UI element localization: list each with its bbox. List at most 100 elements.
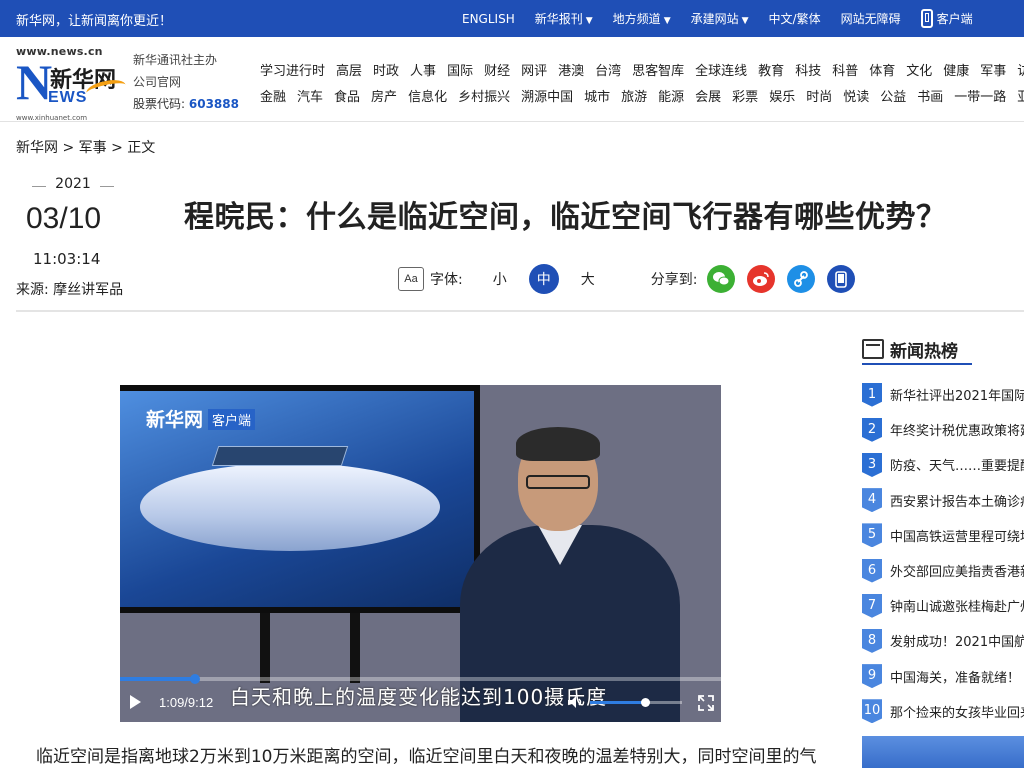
channel-link[interactable]: 会展: [695, 86, 721, 105]
hot-news-header: 新闻热榜: [862, 335, 972, 365]
article-time: 11:03:14: [33, 250, 101, 268]
logo-ews: EWS: [48, 89, 88, 106]
top-nav-built-sites[interactable]: 承建网站 ▼: [691, 10, 749, 27]
channel-link[interactable]: 网评: [521, 60, 547, 79]
font-size-medium-button[interactable]: 中: [528, 264, 559, 294]
channel-link[interactable]: 港澳: [558, 60, 584, 79]
play-icon[interactable]: [130, 695, 141, 709]
channel-link[interactable]: 食品: [334, 86, 360, 105]
publisher-line1: 新华通讯社主办: [133, 53, 218, 67]
top-nav-english[interactable]: ENGLISH: [462, 12, 515, 26]
article-month-day: 03/10: [26, 202, 102, 235]
channel-link[interactable]: 亚太网: [1017, 86, 1024, 105]
channel-link[interactable]: 时尚: [806, 86, 832, 105]
hot-news-headline: 西安累计报告本土确诊病例: [890, 494, 1024, 510]
wechat-icon[interactable]: [707, 265, 736, 293]
channel-link[interactable]: 科技: [795, 60, 821, 79]
weibo-icon[interactable]: [747, 265, 776, 293]
channel-link[interactable]: 人事: [410, 60, 436, 79]
channel-link[interactable]: 教育: [758, 60, 784, 79]
channel-link[interactable]: 思客智库: [632, 60, 684, 79]
top-nav-client-app[interactable]: 客户端: [920, 9, 973, 28]
volume-handle[interactable]: [641, 698, 651, 707]
link-icon[interactable]: [787, 265, 816, 293]
site-header: www.news.cn N 新华网 EWS www.xinhuanet.com …: [0, 37, 1024, 122]
hot-news-title: 新闻热榜: [890, 341, 958, 362]
presenter-glasses: [526, 475, 590, 489]
mobile-icon[interactable]: [827, 265, 856, 293]
top-nav: ENGLISH 新华报刊 ▼ 地方频道 ▼ 承建网站 ▼ 中文/繁体 网站无障碍 客户…: [462, 0, 993, 37]
stock-code[interactable]: 603888: [189, 97, 239, 111]
top-nav-newspapers[interactable]: 新华报刊 ▼: [535, 10, 593, 27]
channel-nav: 学习进行时 高层 时政 人事 国际 财经 网评 港澳 台湾 思客智库 全球连线 教育 科技 科普 体育 文化健…: [260, 56, 1024, 108]
channel-link[interactable]: 信息化: [408, 86, 447, 105]
hot-news-item[interactable]: 1 新华社评出2021年国际十大新闻: [862, 377, 1024, 412]
channel-link[interactable]: 文化: [906, 60, 932, 79]
volume-icon[interactable]: [567, 695, 585, 709]
channel-link[interactable]: 财经: [484, 60, 510, 79]
channel-link[interactable]: 访谈: [1017, 60, 1024, 79]
airship-image: [140, 463, 440, 551]
phone-icon: [920, 9, 933, 28]
breadcrumb[interactable]: 新华网 > 军事 > 正文: [16, 137, 155, 157]
top-nav-accessibility[interactable]: 网站无障碍: [841, 10, 901, 27]
publisher-line2[interactable]: 公司官网: [133, 71, 239, 93]
hot-news-item[interactable]: 9 中国海关，准备就绪！: [862, 659, 1024, 694]
tv-stand: [260, 613, 270, 683]
channel-link[interactable]: 台湾: [595, 60, 621, 79]
font-size-small-button[interactable]: 小: [485, 264, 515, 294]
channel-link[interactable]: 高层: [336, 60, 362, 79]
channel-link[interactable]: 科普: [832, 60, 858, 79]
channel-link[interactable]: 能源: [658, 86, 684, 105]
hot-news-sidebar: 新闻热榜 1 新华社评出2021年国际十大新闻 2 年终奖计税优惠政策将延续至 3 防疫、…: [862, 335, 1024, 768]
hot-news-item[interactable]: 5 中国高铁运营里程可绕地球: [862, 518, 1024, 553]
channel-link[interactable]: 一带一路: [954, 86, 1006, 105]
hot-news-item[interactable]: 3 防疫、天气……重要提醒来了: [862, 447, 1024, 482]
channel-link[interactable]: 悦读: [843, 86, 869, 105]
channel-row-1: 学习进行时 高层 时政 人事 国际 财经 网评 港澳 台湾 思客智库 全球连线 教育 科技 科普 体育 文化健…: [260, 56, 1024, 82]
channel-link[interactable]: 金融: [260, 86, 286, 105]
sidebar-banner-image[interactable]: [862, 736, 1024, 768]
hot-news-item[interactable]: 7 钟南山诚邀张桂梅赴广州: [862, 588, 1024, 623]
video-watermark: 新华网: [146, 409, 204, 431]
rank-number: 10: [862, 699, 882, 724]
hot-news-item[interactable]: 8 发射成功！2021中国航天: [862, 623, 1024, 658]
hot-news-item[interactable]: 10 那个捡来的女孩毕业回来了: [862, 694, 1024, 729]
channel-link[interactable]: 房产: [371, 86, 397, 105]
hot-news-item[interactable]: 4 西安累计报告本土确诊病例: [862, 483, 1024, 518]
client-app-label: 客户端: [936, 12, 973, 26]
hot-news-item[interactable]: 6 外交部回应美指责香港新闻: [862, 553, 1024, 588]
publisher-info: 新华通讯社主办 公司官网 股票代码: 603888: [133, 49, 239, 115]
font-size-icon: Aa: [398, 267, 424, 291]
channel-link[interactable]: 城市: [584, 86, 610, 105]
channel-link[interactable]: 国际: [447, 60, 473, 79]
channel-link[interactable]: 公益: [880, 86, 906, 105]
top-nav-local-channels[interactable]: 地方频道 ▼: [613, 10, 671, 27]
hot-news-item[interactable]: 2 年终奖计税优惠政策将延续至: [862, 412, 1024, 447]
font-size-large-button[interactable]: 大: [573, 264, 603, 294]
rank-number: 2: [862, 417, 882, 442]
fullscreen-icon[interactable]: [698, 695, 714, 711]
channel-link[interactable]: 全球连线: [695, 60, 747, 79]
video-progress-handle[interactable]: [190, 674, 201, 684]
channel-link[interactable]: 彩票: [732, 86, 758, 105]
channel-link[interactable]: 体育: [869, 60, 895, 79]
channel-link[interactable]: 学习进行时: [260, 60, 325, 79]
volume-slider[interactable]: [590, 698, 682, 707]
channel-link[interactable]: 书画: [917, 86, 943, 105]
channel-link[interactable]: 健康: [943, 60, 969, 79]
channel-link[interactable]: 汽车: [297, 86, 323, 105]
channel-link[interactable]: 军事: [980, 60, 1006, 79]
video-player[interactable]: 新华网 客户端 白天和晚上的温度变化能达到100摄氏度 1:09/9:12: [120, 385, 721, 722]
channel-link[interactable]: 溯源中国: [521, 86, 573, 105]
video-progress-fill: [120, 677, 196, 681]
site-logo[interactable]: www.news.cn N 新华网 EWS www.xinhuanet.com: [14, 45, 128, 122]
channel-link[interactable]: 乡村振兴: [458, 86, 510, 105]
channel-link[interactable]: 旅游: [621, 86, 647, 105]
stock-label: 股票代码:: [133, 97, 186, 111]
top-nav-language-toggle[interactable]: 中文/繁体: [769, 10, 821, 27]
channel-link[interactable]: 娱乐: [769, 86, 795, 105]
stock-info: 股票代码: 603888: [133, 93, 239, 115]
channel-link[interactable]: 时政: [373, 60, 399, 79]
video-watermark-box: 客户端: [208, 409, 256, 430]
